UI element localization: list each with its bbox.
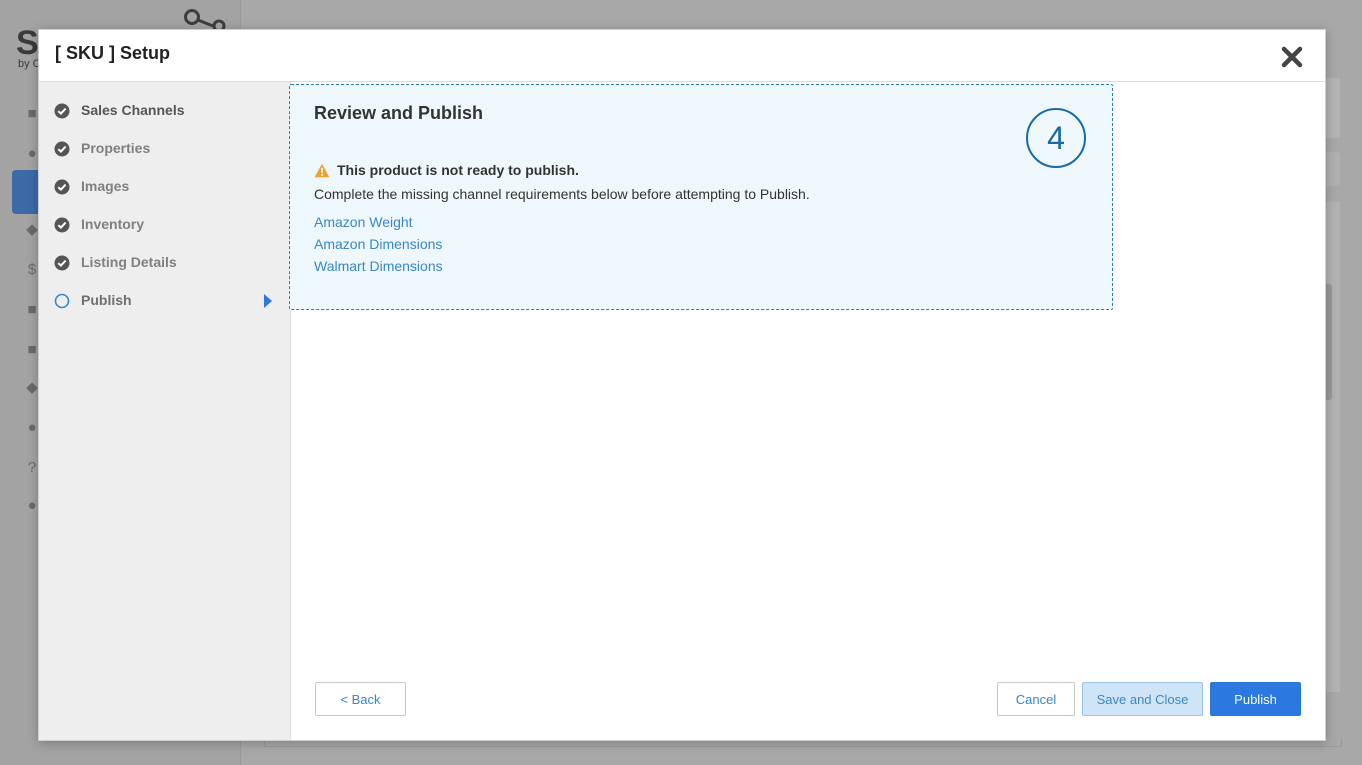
review-publish-panel: Review and Publish 4 This product is not…: [289, 84, 1113, 310]
caret-right-icon: [264, 294, 272, 308]
modal-content: Review and Publish 4 This product is not…: [289, 82, 1325, 740]
warning-icon: [314, 163, 330, 178]
requirement-link-amazon-dimensions[interactable]: Amazon Dimensions: [314, 236, 442, 252]
step-sales-channels[interactable]: Sales Channels: [39, 92, 290, 130]
cancel-button[interactable]: Cancel: [997, 682, 1075, 716]
step-label: Listing Details: [81, 254, 177, 270]
step-label: Publish: [81, 292, 132, 308]
step-images[interactable]: Images: [39, 168, 290, 206]
warning-description: Complete the missing channel requirement…: [314, 186, 810, 202]
requirement-link-amazon-weight[interactable]: Amazon Weight: [314, 214, 413, 230]
modal-title: [ SKU ] Setup: [55, 43, 170, 63]
step-properties[interactable]: Properties: [39, 130, 290, 168]
save-and-close-button[interactable]: Save and Close: [1082, 682, 1203, 716]
empty-circle-icon: [54, 293, 70, 309]
check-circle-icon: [54, 141, 70, 157]
step-label: Inventory: [81, 216, 145, 232]
close-icon[interactable]: [1279, 44, 1305, 70]
check-circle-icon: [54, 217, 70, 233]
check-circle-icon: [54, 179, 70, 195]
publish-button[interactable]: Publish: [1210, 682, 1301, 716]
setup-steps-sidebar: Sales Channels Properties Images Invento…: [39, 82, 291, 740]
step-inventory[interactable]: Inventory: [39, 206, 290, 244]
back-button[interactable]: < Back: [315, 682, 406, 716]
step-number-badge: 4: [1026, 108, 1086, 168]
step-label: Images: [81, 178, 130, 194]
requirement-link-walmart-dimensions[interactable]: Walmart Dimensions: [314, 258, 443, 274]
check-circle-icon: [54, 255, 70, 271]
warning-title: This product is not ready to publish.: [337, 162, 579, 178]
sku-setup-modal: [ SKU ] Setup Sales Channels Properties: [38, 29, 1326, 741]
step-label: Properties: [81, 140, 151, 156]
step-publish[interactable]: Publish: [39, 282, 290, 320]
check-circle-icon: [54, 103, 70, 119]
review-title: Review and Publish: [314, 103, 484, 123]
step-listing-details[interactable]: Listing Details: [39, 244, 290, 282]
modal-header: [ SKU ] Setup: [39, 30, 1325, 82]
step-label: Sales Channels: [81, 102, 185, 118]
